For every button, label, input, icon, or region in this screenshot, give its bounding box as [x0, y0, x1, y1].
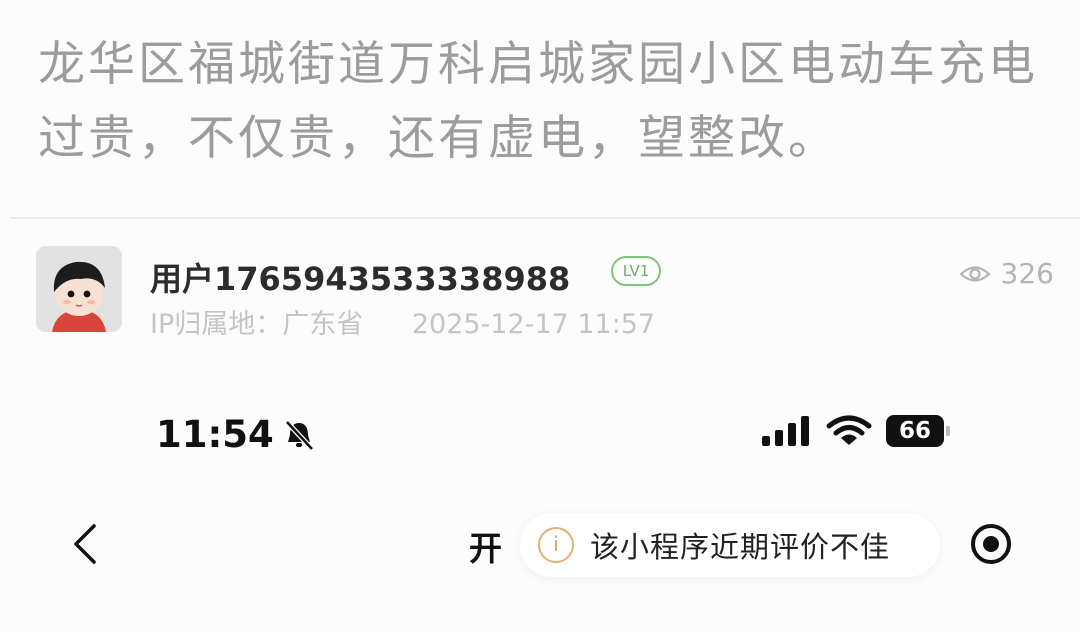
username[interactable]: 用户1765943533338988: [150, 254, 570, 300]
bell-slash-icon: [284, 419, 314, 451]
nav-title: 开: [469, 529, 502, 568]
post-meta: IP归属地：广东省 2025-12-17 11:57: [150, 302, 655, 341]
eye-icon: [958, 265, 991, 282]
status-bar-time: 11:54: [156, 413, 316, 456]
ip-location: IP归属地：广东省: [150, 309, 364, 340]
rating-warning-banner[interactable]: i 该小程序近期评价不佳: [520, 513, 940, 577]
warning-text: 该小程序近期评价不佳: [590, 530, 891, 564]
view-count-value: 326: [1000, 257, 1054, 290]
divider: [10, 217, 1080, 219]
info-icon: i: [538, 527, 574, 563]
battery-level: 66: [898, 418, 931, 444]
post-content: 龙华区福城街道万科启城家园小区电动车充电过贵，不仅贵，还有虚电，望整改。: [38, 37, 1038, 166]
post-datetime: 2025-12-17 11:57: [411, 309, 656, 340]
view-count: 326: [958, 257, 1054, 290]
wifi-icon: [826, 415, 872, 445]
avatar-cartoon-icon: [36, 246, 122, 332]
signal-icon: [762, 416, 809, 446]
status-bar-icons: 66: [760, 414, 950, 448]
avatar[interactable]: [36, 246, 122, 332]
record-icon[interactable]: [971, 524, 1011, 564]
chevron-left-icon[interactable]: [66, 520, 106, 568]
battery-icon: 66: [886, 415, 950, 447]
status-time: 11:54: [156, 413, 274, 456]
level-badge: LV1: [611, 256, 661, 286]
